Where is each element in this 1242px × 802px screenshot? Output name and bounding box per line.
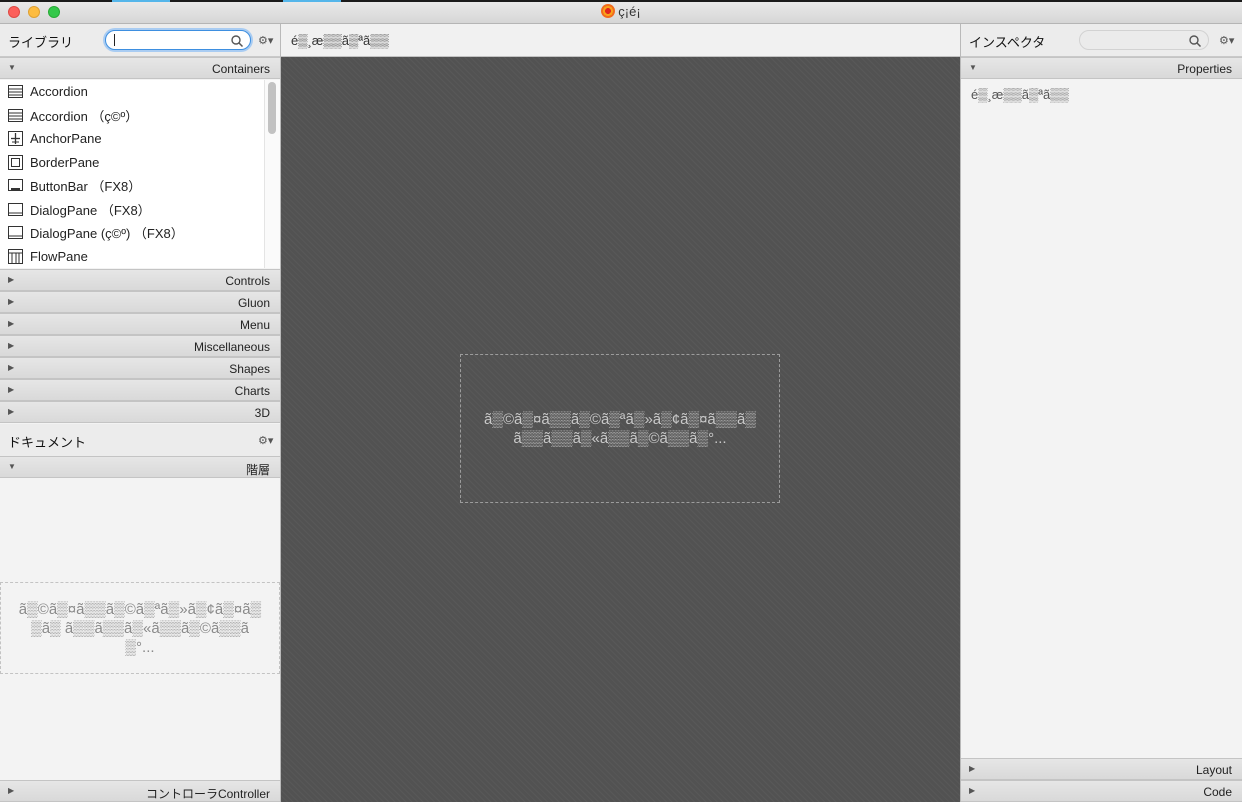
list-item[interactable]: DialogPane （FX8） xyxy=(0,198,264,222)
section-label: Controls xyxy=(225,274,270,288)
search-icon xyxy=(231,35,244,48)
design-canvas[interactable]: ã▒©ã▒¤ã▒▒ã▒©ã▒ªã▒»ã▒¢ã▒¤ã▒▒ã▒ ã▒▒ã▒▒ã▒«ã… xyxy=(281,57,960,802)
section-label: Menu xyxy=(239,318,270,332)
dialog-pane-icon xyxy=(8,202,23,216)
inspector-gear-icon[interactable]: ⚙▾ xyxy=(1219,34,1234,47)
section-3d[interactable]: ▶ 3D xyxy=(0,401,280,423)
triangle-right-icon: ▶ xyxy=(8,297,15,306)
list-item-label: BorderPane xyxy=(30,154,100,170)
section-label: Properties xyxy=(1177,62,1232,76)
document-title: ドキュメント xyxy=(8,435,87,450)
inspector-header: インスペクタ ⚙▾ xyxy=(961,24,1242,57)
accordion-icon xyxy=(8,108,23,122)
list-item[interactable]: Accordion xyxy=(0,80,264,104)
dialog-pane-icon xyxy=(8,226,23,240)
anchor-pane-icon xyxy=(8,131,23,147)
section-code[interactable]: ▶ Code xyxy=(961,780,1242,802)
list-item[interactable]: AnchorPane xyxy=(0,127,264,151)
section-label: Miscellaneous xyxy=(193,340,270,354)
section-label: Gluon xyxy=(237,296,270,310)
top-strip xyxy=(0,0,1242,2)
triangle-right-icon: ▶ xyxy=(8,341,15,350)
triangle-down-icon: ▼ xyxy=(8,63,16,72)
library-header: ライブラリ ⚙▾ xyxy=(0,24,280,57)
window-title-area: ç¡é¡ xyxy=(0,4,1242,19)
list-item[interactable]: DialogPane (ç©º) （FX8） xyxy=(0,221,264,245)
list-item[interactable]: ButtonBar （FX8） xyxy=(0,174,264,198)
border-pane-icon xyxy=(8,154,23,170)
list-item-label: Accordion （ç©º） xyxy=(30,108,139,124)
content-panel: é▒¸æ▒▒ã▒ªã▒▒ ã▒©ã▒¤ã▒▒ã▒©ã▒ªã▒»ã▒¢ã▒¤ã▒▒… xyxy=(281,24,960,802)
section-controller[interactable]: ▶ コントローラController xyxy=(0,780,280,802)
section-properties[interactable]: ▼ Properties xyxy=(961,57,1242,79)
triangle-right-icon: ▶ xyxy=(969,786,976,795)
section-layout[interactable]: ▶ Layout xyxy=(961,758,1242,780)
list-item-label: Accordion xyxy=(30,84,88,100)
list-item-label: AnchorPane xyxy=(30,131,102,147)
section-label: コントローラController xyxy=(145,787,270,801)
triangle-right-icon: ▶ xyxy=(969,764,976,773)
list-item-label: ButtonBar （FX8） xyxy=(30,179,142,195)
triangle-right-icon: ▶ xyxy=(8,319,15,328)
section-containers[interactable]: ▼ Containers xyxy=(0,57,280,79)
section-label: Containers xyxy=(211,62,270,76)
scrollbar-thumb[interactable] xyxy=(268,82,276,134)
button-bar-icon xyxy=(8,179,23,192)
inspector-title: インスペクタ xyxy=(969,35,1046,50)
triangle-down-icon: ▼ xyxy=(969,63,977,72)
triangle-right-icon: ▶ xyxy=(8,786,15,795)
window-title: ç¡é¡ xyxy=(618,4,641,19)
list-item-label: FlowPane xyxy=(30,248,88,264)
inspector-search-input[interactable] xyxy=(1079,30,1209,50)
section-charts[interactable]: ▶ Charts xyxy=(0,379,280,401)
list-item-label: DialogPane （FX8） xyxy=(30,202,151,218)
section-label: Code xyxy=(1203,785,1232,799)
section-gluon[interactable]: ▶ Gluon xyxy=(0,291,280,313)
library-gear-icon[interactable]: ⚙▾ xyxy=(258,34,273,47)
text-cursor xyxy=(114,34,115,46)
library-list: Accordion Accordion （ç©º） AnchorPane Bor… xyxy=(0,80,264,268)
document-gear-icon[interactable]: ⚙▾ xyxy=(258,434,273,447)
section-label: 3D xyxy=(254,406,270,420)
library-scrollbar[interactable] xyxy=(264,80,280,268)
inspector-empty-text: é▒¸æ▒▒ã▒ªã▒▒ xyxy=(971,87,1069,102)
title-bar: ç¡é¡ xyxy=(0,0,1242,24)
triangle-down-icon: ▼ xyxy=(8,462,16,471)
triangle-right-icon: ▶ xyxy=(8,275,15,284)
section-miscellaneous[interactable]: ▶ Miscellaneous xyxy=(0,335,280,357)
section-label: Layout xyxy=(1195,763,1232,777)
triangle-right-icon: ▶ xyxy=(8,385,15,394)
triangle-right-icon: ▶ xyxy=(8,407,15,416)
library-title: ライブラリ xyxy=(8,35,74,50)
list-item-label: DialogPane (ç©º) （FX8） xyxy=(30,226,184,242)
library-search-input[interactable] xyxy=(105,30,251,50)
section-menu[interactable]: ▶ Menu xyxy=(0,313,280,335)
triangle-right-icon: ▶ xyxy=(8,363,15,372)
section-shapes[interactable]: ▶ Shapes xyxy=(0,357,280,379)
list-item[interactable]: Accordion （ç©º） xyxy=(0,104,264,128)
section-label: Charts xyxy=(234,384,270,398)
right-panel: インスペクタ ⚙▾ ▼ Properties é▒¸æ▒▒ã▒ªã▒▒ ▶ La… xyxy=(960,24,1242,802)
selection-path: é▒¸æ▒▒ã▒ªã▒▒ xyxy=(291,33,389,48)
section-label: Shapes xyxy=(229,362,270,376)
section-hierarchy[interactable]: ▼ 階層 xyxy=(0,456,280,478)
flow-pane-icon xyxy=(8,248,23,264)
left-panel: ライブラリ ⚙▾ ▼ Containers Accordion Accordio… xyxy=(0,24,281,802)
section-controls[interactable]: ▶ Controls xyxy=(0,269,280,291)
canvas-drop-placeholder[interactable]: ã▒©ã▒¤ã▒▒ã▒©ã▒ªã▒»ã▒¢ã▒¤ã▒▒ã▒ ã▒▒ã▒▒ã▒«ã… xyxy=(460,354,780,503)
section-label: 階層 xyxy=(245,463,270,477)
search-icon xyxy=(1189,35,1202,48)
accordion-icon xyxy=(8,85,23,99)
app-icon xyxy=(601,4,616,18)
list-item[interactable]: FlowPane xyxy=(0,245,264,269)
content-header: é▒¸æ▒▒ã▒ªã▒▒ xyxy=(281,24,960,57)
hierarchy-placeholder: ã▒©ã▒¤ã▒▒ã▒©ã▒ªã▒»ã▒¢ã▒¤ã▒▒ã▒ ã▒▒ã▒▒ã▒«ã… xyxy=(0,582,280,674)
document-header: ドキュメント ⚙▾ xyxy=(0,424,280,457)
list-item[interactable]: BorderPane xyxy=(0,151,264,175)
